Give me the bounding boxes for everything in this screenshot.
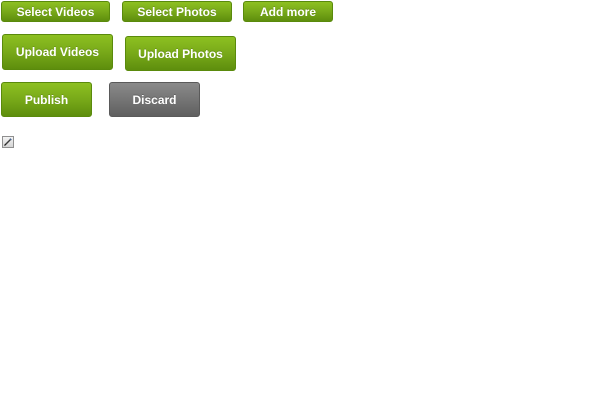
upload-photos-button[interactable]: Upload Photos xyxy=(125,36,236,71)
discard-button[interactable]: Discard xyxy=(109,82,200,117)
pencil-icon[interactable] xyxy=(2,136,14,148)
upload-videos-button[interactable]: Upload Videos xyxy=(2,34,113,70)
publish-button[interactable]: Publish xyxy=(1,82,92,117)
select-videos-button[interactable]: Select Videos xyxy=(1,1,110,22)
select-photos-button[interactable]: Select Photos xyxy=(122,1,232,22)
add-more-button[interactable]: Add more xyxy=(243,1,333,22)
pencil-glyph xyxy=(4,138,12,146)
